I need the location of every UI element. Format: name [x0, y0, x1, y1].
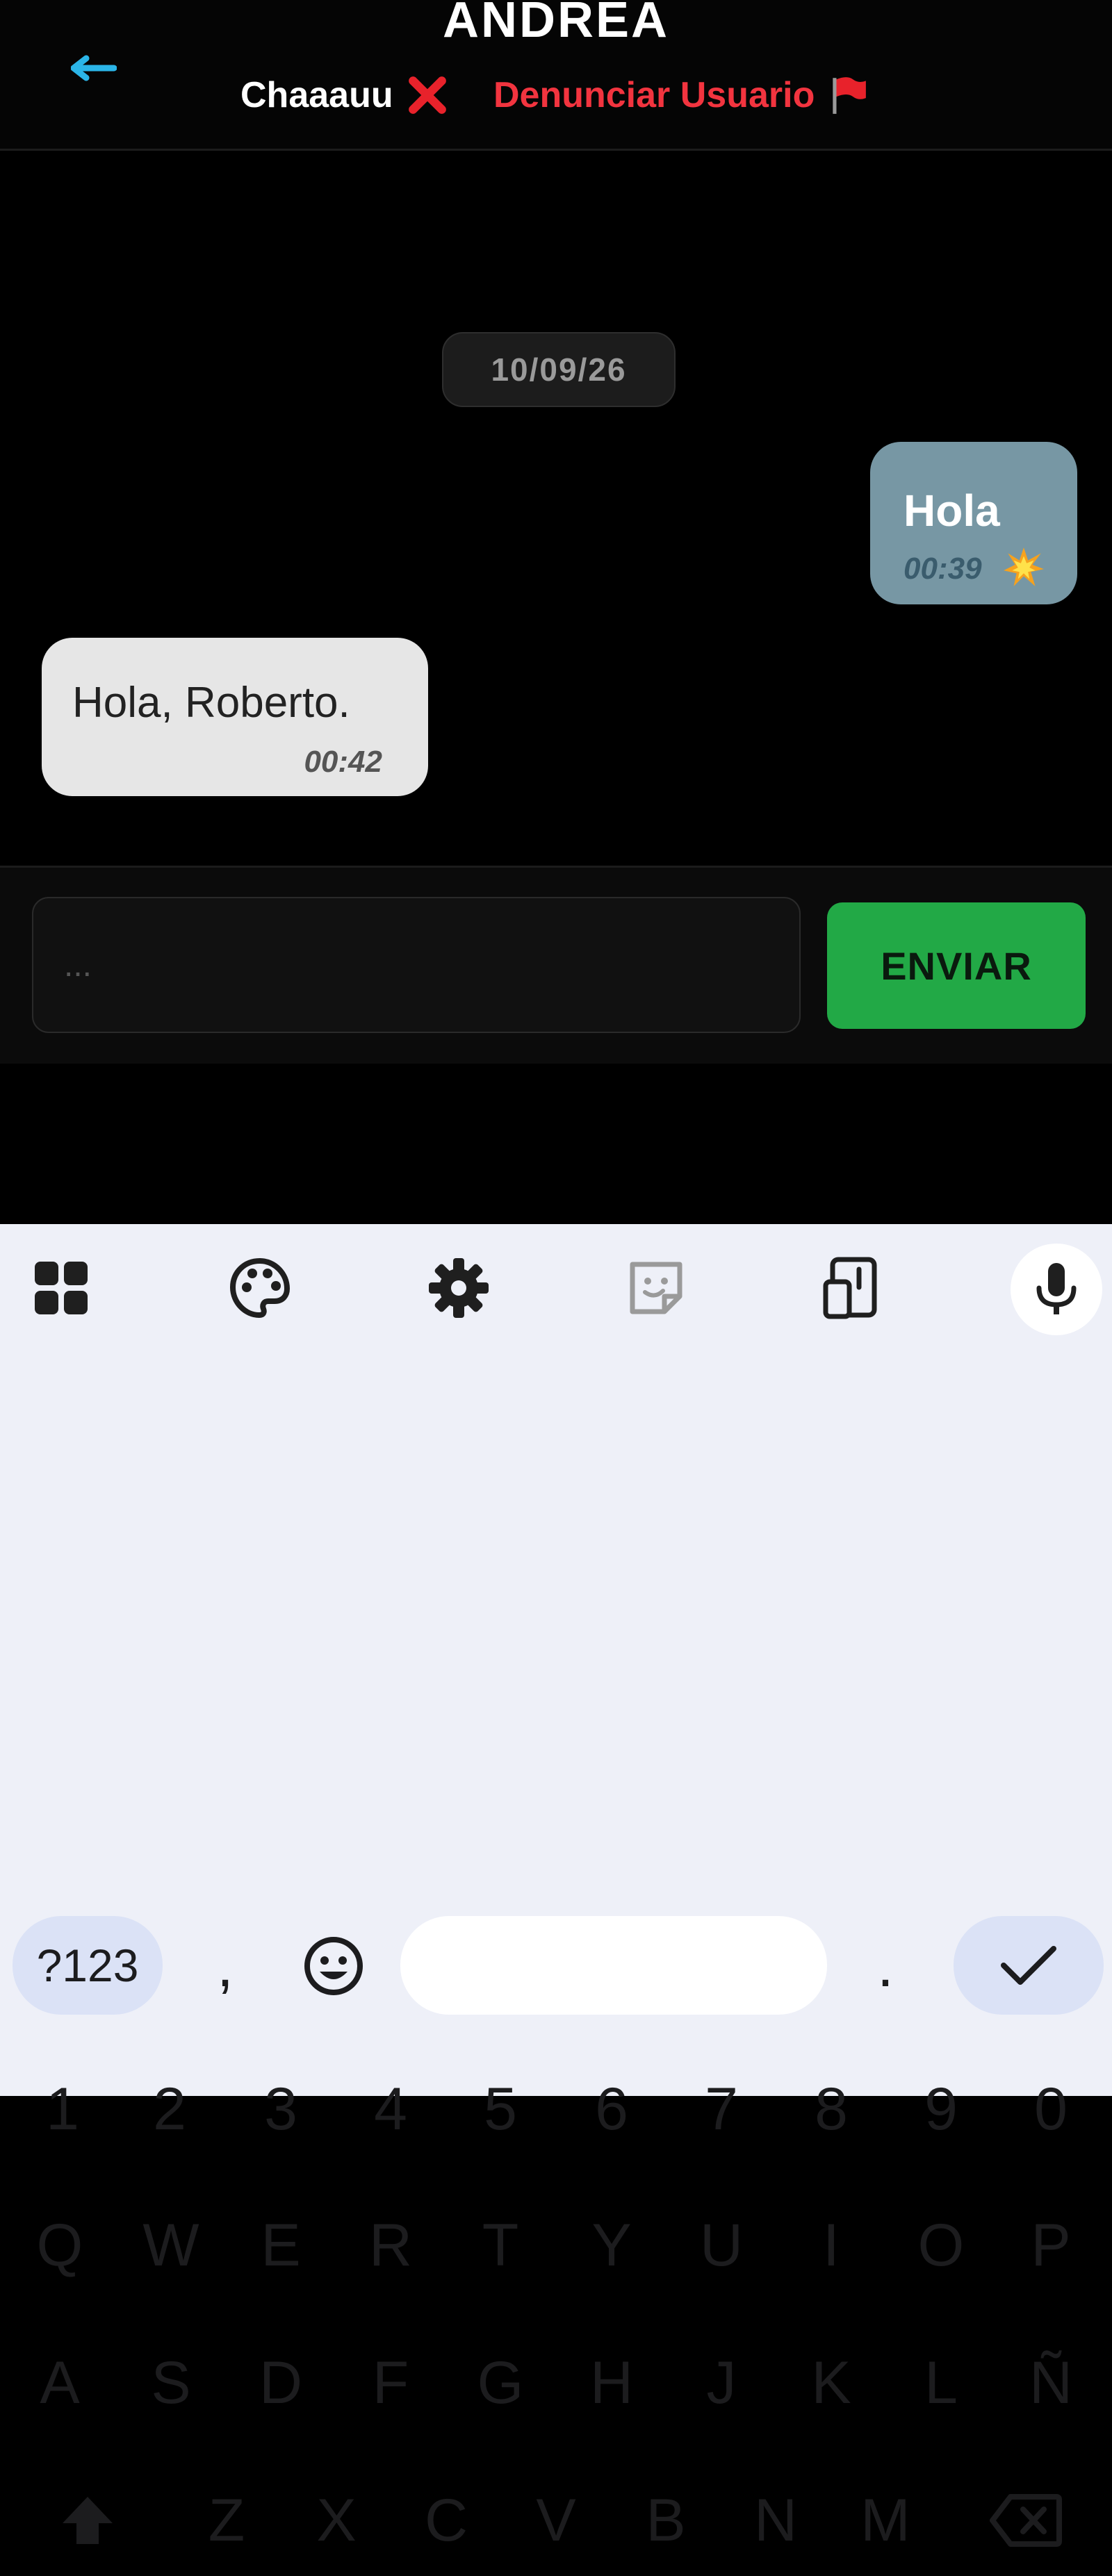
- key-1[interactable]: 1: [7, 2054, 118, 2165]
- key-e[interactable]: E: [225, 2190, 336, 2301]
- backspace-icon[interactable]: [970, 2465, 1081, 2576]
- key-5[interactable]: 5: [445, 2054, 556, 2165]
- key-k[interactable]: K: [776, 2327, 887, 2438]
- key-j[interactable]: J: [666, 2327, 777, 2438]
- collision-icon: [1004, 547, 1044, 586]
- contact-name: ANDREA: [442, 0, 669, 48]
- key-2[interactable]: 2: [114, 2054, 225, 2165]
- key-f[interactable]: F: [335, 2327, 446, 2438]
- key-d[interactable]: D: [225, 2327, 336, 2438]
- key-8[interactable]: 8: [776, 2054, 887, 2165]
- key-enye[interactable]: Ñ: [995, 2327, 1106, 2438]
- key-n[interactable]: N: [720, 2465, 831, 2576]
- key-t[interactable]: T: [445, 2190, 556, 2301]
- space-bar[interactable]: [400, 1916, 827, 2015]
- date-separator: 10/09/26: [442, 332, 676, 407]
- key-9[interactable]: 9: [885, 2054, 997, 2165]
- key-q[interactable]: Q: [4, 2190, 115, 2301]
- key-l[interactable]: L: [885, 2327, 997, 2438]
- key-o[interactable]: O: [885, 2190, 997, 2301]
- report-user-button[interactable]: Denunciar Usuario: [493, 74, 869, 117]
- sticker-icon[interactable]: [623, 1255, 689, 1321]
- key-v[interactable]: V: [500, 2465, 612, 2576]
- clipboard-icon[interactable]: [819, 1255, 885, 1321]
- symbols-key[interactable]: ?123: [13, 1916, 163, 2015]
- key-g[interactable]: G: [445, 2327, 556, 2438]
- red-flag-icon: [833, 77, 867, 114]
- message-time: 00:42: [304, 745, 382, 779]
- key-y[interactable]: Y: [556, 2190, 667, 2301]
- key-z[interactable]: Z: [171, 2465, 282, 2576]
- key-s[interactable]: S: [115, 2327, 227, 2438]
- key-6[interactable]: 6: [556, 2054, 667, 2165]
- key-4[interactable]: 4: [335, 2054, 446, 2165]
- key-b[interactable]: B: [610, 2465, 721, 2576]
- close-x-icon: [408, 76, 446, 114]
- key-0[interactable]: 0: [995, 2054, 1106, 2165]
- key-period[interactable]: .: [830, 1910, 941, 2022]
- message-input[interactable]: [32, 897, 801, 1033]
- message-time: 00:39: [903, 552, 982, 586]
- key-w[interactable]: W: [115, 2190, 227, 2301]
- chau-button[interactable]: Chaaauu: [240, 74, 449, 117]
- key-7[interactable]: 7: [666, 2054, 777, 2165]
- message-bubble-outgoing[interactable]: Hola 00:39: [870, 442, 1077, 604]
- key-i[interactable]: I: [776, 2190, 887, 2301]
- key-3[interactable]: 3: [225, 2054, 336, 2165]
- send-button[interactable]: ENVIAR: [827, 902, 1086, 1029]
- gear-icon[interactable]: [425, 1255, 492, 1321]
- key-comma[interactable]: ,: [170, 1910, 281, 2022]
- key-r[interactable]: R: [335, 2190, 446, 2301]
- chau-label: Chaaauu: [240, 75, 393, 115]
- message-composer: ENVIAR: [0, 866, 1112, 1064]
- key-m[interactable]: M: [830, 2465, 941, 2576]
- enter-checkmark-icon[interactable]: [954, 1916, 1104, 2015]
- message-text: Hola, Roberto.: [72, 679, 350, 727]
- key-x[interactable]: X: [281, 2465, 392, 2576]
- microphone-icon[interactable]: [1011, 1244, 1102, 1335]
- message-text: Hola: [903, 486, 1000, 536]
- key-a[interactable]: A: [4, 2327, 115, 2438]
- emoji-icon[interactable]: [278, 1910, 389, 2022]
- key-c[interactable]: C: [391, 2465, 502, 2576]
- key-h[interactable]: H: [556, 2327, 667, 2438]
- shift-icon[interactable]: [32, 2465, 143, 2576]
- chat-header: ANDREA Chaaauu Denunciar Usuario: [0, 0, 1112, 151]
- apps-grid-icon[interactable]: [28, 1255, 95, 1321]
- message-bubble-incoming[interactable]: Hola, Roberto. 00:42: [42, 638, 428, 796]
- key-u[interactable]: U: [666, 2190, 777, 2301]
- palette-icon[interactable]: [227, 1255, 293, 1321]
- onscreen-keyboard: 1 2 3 4 5 6 7 8 9 0 Q W E R T Y U I O P …: [0, 1224, 1112, 2554]
- back-arrow-icon[interactable]: [71, 54, 117, 82]
- report-label: Denunciar Usuario: [493, 75, 815, 115]
- key-p[interactable]: P: [995, 2190, 1106, 2301]
